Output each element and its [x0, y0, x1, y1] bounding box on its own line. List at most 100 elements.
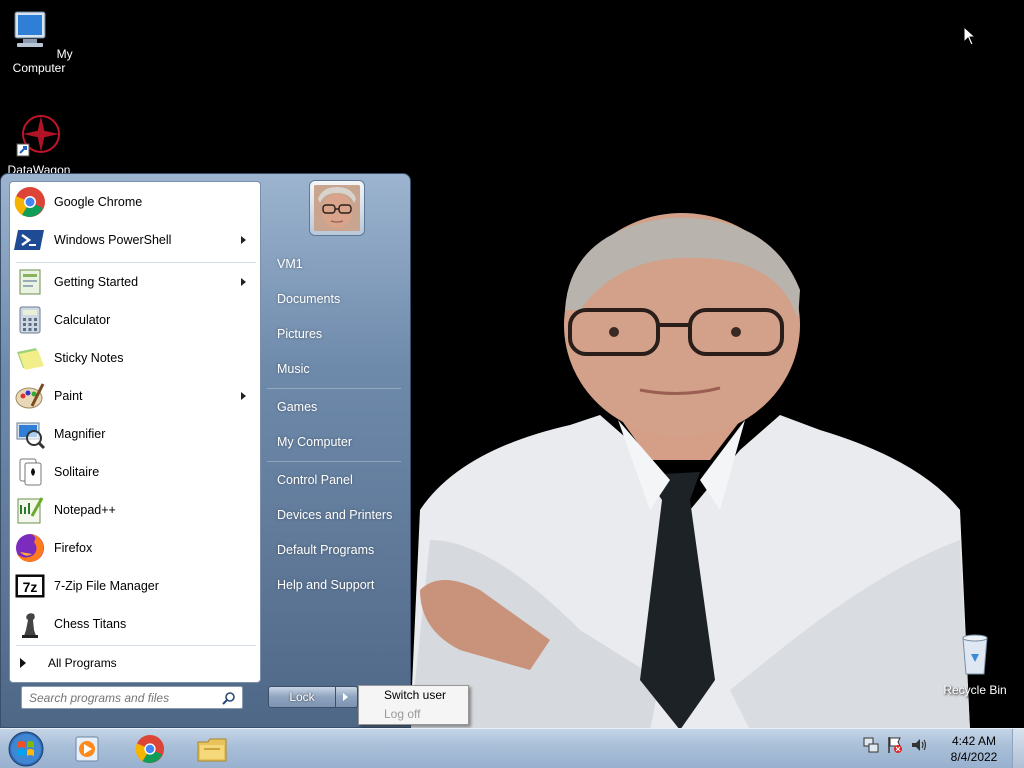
- start-item-label: Windows PowerShell: [54, 233, 172, 247]
- start-item-calculator[interactable]: Calculator: [12, 302, 258, 338]
- start-item-label: Firefox: [54, 541, 93, 555]
- explorer-icon: [197, 738, 227, 762]
- place-control-panel[interactable]: Control Panel: [267, 465, 403, 495]
- menu-item-switch-user[interactable]: Switch user: [359, 686, 468, 705]
- computer-icon: [14, 11, 46, 47]
- places-separator: [267, 461, 401, 462]
- chevron-right-icon: [343, 693, 348, 701]
- place-default-programs[interactable]: Default Programs: [267, 535, 403, 565]
- power-options-menu: Switch user Log off: [358, 685, 469, 725]
- submenu-arrow-icon: [241, 236, 246, 244]
- start-item-label: Paint: [54, 389, 83, 403]
- power-options-arrow-button[interactable]: [336, 686, 358, 708]
- place-label: Devices and Printers: [277, 508, 393, 522]
- clock-time: 4:42 AM: [951, 734, 997, 748]
- search-box[interactable]: [21, 686, 243, 709]
- start-item-google-chrome[interactable]: Google Chrome: [12, 184, 258, 220]
- search-input[interactable]: [29, 687, 219, 708]
- taskbar-media-player[interactable]: [62, 731, 114, 767]
- places-separator: [267, 388, 401, 389]
- powershell-icon: [14, 230, 44, 250]
- mouse-cursor-icon: [963, 26, 977, 46]
- start-item-paint[interactable]: Paint: [12, 378, 258, 414]
- start-item-chess-titans[interactable]: Chess Titans: [12, 606, 258, 642]
- search-icon[interactable]: [222, 691, 236, 705]
- place-help-and-support[interactable]: Help and Support: [267, 570, 403, 600]
- submenu-arrow-icon: [241, 278, 246, 286]
- expand-arrow-icon: [20, 658, 26, 668]
- wallpaper-portrait: [410, 213, 970, 730]
- submenu-arrow-icon: [241, 392, 246, 400]
- desktop-icon-recycle-bin[interactable]: Recycle Bin: [936, 630, 1014, 697]
- calculator-icon: [19, 306, 41, 334]
- lock-button[interactable]: Lock: [268, 686, 336, 708]
- start-item-7zip[interactable]: 7z 7-Zip File Manager: [12, 568, 258, 604]
- start-item-sticky-notes[interactable]: Sticky Notes: [12, 340, 258, 376]
- taskbar-clock[interactable]: 4:42 AM 8/4/2022: [938, 733, 1010, 765]
- solitaire-icon: [19, 458, 42, 486]
- magnifier-icon: [16, 422, 46, 450]
- desktop-icon-my-computer[interactable]: My Computer: [0, 8, 78, 75]
- all-programs-label: All Programs: [48, 656, 117, 670]
- start-item-label: Chess Titans: [54, 617, 127, 631]
- place-documents[interactable]: Documents: [267, 284, 403, 314]
- place-label: VM1: [277, 257, 303, 271]
- show-desktop-button[interactable]: [1012, 729, 1024, 768]
- datawagon-icon: [16, 115, 60, 157]
- media-player-icon: [75, 736, 99, 762]
- place-devices-and-printers[interactable]: Devices and Printers: [267, 500, 403, 530]
- start-menu: Google Chrome Windows PowerShell Getting…: [0, 173, 411, 728]
- recycle-bin-icon: [962, 634, 988, 675]
- start-item-label: Google Chrome: [54, 195, 143, 209]
- system-tray: [862, 735, 928, 755]
- start-item-windows-powershell[interactable]: Windows PowerShell: [12, 222, 258, 258]
- place-label: Control Panel: [277, 473, 353, 487]
- getting-started-icon: [19, 269, 41, 295]
- 7zip-icon: 7z: [15, 574, 45, 598]
- place-music[interactable]: Music: [267, 354, 403, 384]
- start-button[interactable]: [6, 730, 46, 768]
- start-item-getting-started[interactable]: Getting Started: [12, 264, 258, 300]
- start-item-label: Calculator: [54, 313, 111, 327]
- all-programs-button[interactable]: All Programs: [10, 648, 260, 678]
- place-pictures[interactable]: Pictures: [267, 319, 403, 349]
- sticky-notes-icon: [17, 348, 44, 370]
- place-label: Music: [277, 362, 310, 376]
- volume-icon[interactable]: [910, 735, 928, 755]
- start-item-label: Sticky Notes: [54, 351, 124, 365]
- chrome-icon: [14, 187, 45, 217]
- start-item-firefox[interactable]: Firefox: [12, 530, 258, 566]
- taskbar-explorer[interactable]: [186, 731, 238, 767]
- chess-icon: [22, 613, 38, 638]
- start-item-notepadpp[interactable]: Notepad++: [12, 492, 258, 528]
- svg-text:7z: 7z: [23, 579, 38, 595]
- start-item-label: Notepad++: [54, 503, 116, 517]
- notepadpp-icon: [17, 497, 44, 524]
- desktop-icon-datawagon[interactable]: DataWagon: [0, 110, 78, 177]
- place-user-folder[interactable]: VM1: [267, 249, 403, 279]
- start-item-solitaire[interactable]: Solitaire: [12, 454, 258, 490]
- place-games[interactable]: Games: [267, 392, 403, 422]
- action-center-flag-icon[interactable]: [886, 735, 904, 755]
- desktop-icon-label: Recycle Bin: [943, 683, 1007, 697]
- start-item-magnifier[interactable]: Magnifier: [12, 416, 258, 452]
- place-label: Documents: [277, 292, 341, 306]
- place-label: My Computer: [277, 435, 353, 449]
- network-icon[interactable]: [862, 735, 880, 755]
- all-programs-separator: [16, 645, 256, 646]
- place-label: Games: [277, 400, 318, 414]
- place-label: Pictures: [277, 327, 323, 341]
- start-item-label: Getting Started: [54, 275, 139, 289]
- firefox-icon: [16, 534, 44, 562]
- place-label: Help and Support: [277, 578, 375, 592]
- start-menu-programs-pane: Google Chrome Windows PowerShell Getting…: [9, 181, 261, 683]
- place-my-computer[interactable]: My Computer: [267, 427, 403, 457]
- pinned-separator: [16, 262, 256, 263]
- start-item-label: Magnifier: [54, 427, 106, 441]
- start-item-label: Solitaire: [54, 465, 100, 479]
- taskbar-chrome[interactable]: [124, 731, 176, 767]
- place-label: Default Programs: [277, 543, 375, 557]
- user-avatar[interactable]: [309, 180, 365, 236]
- avatar: [314, 185, 360, 231]
- taskbar: 4:42 AM 8/4/2022: [0, 728, 1024, 768]
